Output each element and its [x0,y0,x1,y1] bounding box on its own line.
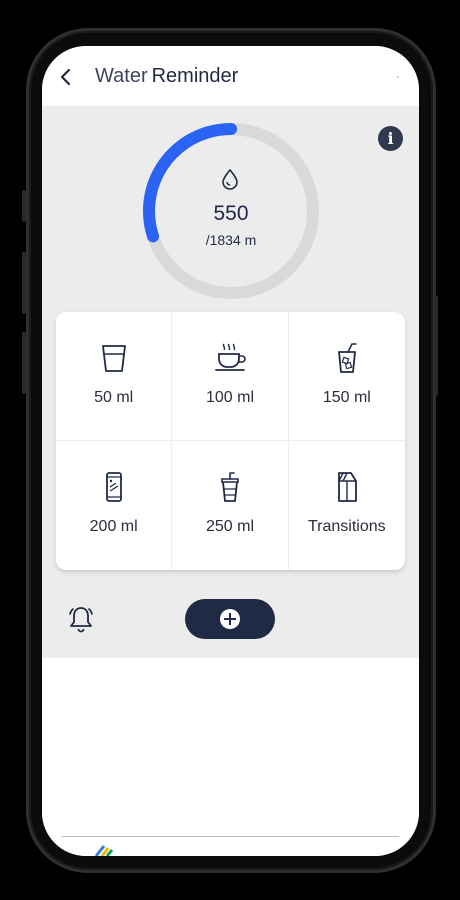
drink-option-50ml[interactable]: 50 ml [56,312,173,441]
app-screen: Water Reminder 550 /1834 m i 50 ml 100 m… [42,46,419,856]
takeaway-cup-icon [221,472,239,502]
phone-side-button [434,296,438,396]
plus-icon [220,609,240,629]
phone-side-button [22,332,26,394]
app-logo-icon [94,845,114,856]
iced-drink-icon [337,343,357,373]
water-drop-icon [222,168,238,190]
title-word-reminder: Reminder [151,65,239,87]
add-drink-button[interactable] [185,599,275,639]
glass-icon [101,345,126,372]
back-arrow-icon[interactable] [56,66,76,88]
drink-option-label: Transitions [308,518,386,535]
main-content: 550 /1834 m i 50 ml 100 ml 150 ml 200 ml… [42,106,419,658]
drink-option-200ml[interactable]: 200 ml [56,441,173,570]
phone-side-button [22,252,26,314]
drink-option-label: 150 ml [322,389,371,406]
title-word-water: Water [95,65,148,87]
drink-option-label: 100 ml [205,389,254,406]
consumed-amount: 550 [213,202,249,225]
drink-option-250ml[interactable]: 250 ml [172,441,289,570]
drink-option-100ml[interactable]: 100 ml [172,312,289,441]
bell-icon[interactable] [66,604,96,634]
info-icon[interactable]: i [378,126,403,151]
milk-carton-icon [337,472,357,502]
drink-option-label: 250 ml [205,518,254,535]
bottom-divider [62,836,399,837]
drink-options-grid: 50 ml 100 ml 150 ml 200 ml 250 ml Transi… [56,312,405,570]
progress-ring: 550 /1834 m [138,118,324,304]
drink-option-label: 50 ml [94,389,134,406]
page-title: Water Reminder [95,65,238,88]
empty-area [42,658,419,856]
goal-amount: /1834 m [205,232,257,248]
drink-option-150ml[interactable]: 150 ml [288,312,405,441]
progress-center: 550 /1834 m [138,118,324,304]
status-dot [397,76,399,78]
coffee-cup-icon [215,343,246,371]
phone-side-button [22,190,26,222]
drink-option-label: 200 ml [89,518,138,535]
app-header: Water Reminder [42,46,419,106]
can-icon [105,472,122,502]
drink-option-transitions[interactable]: Transitions [289,441,405,570]
